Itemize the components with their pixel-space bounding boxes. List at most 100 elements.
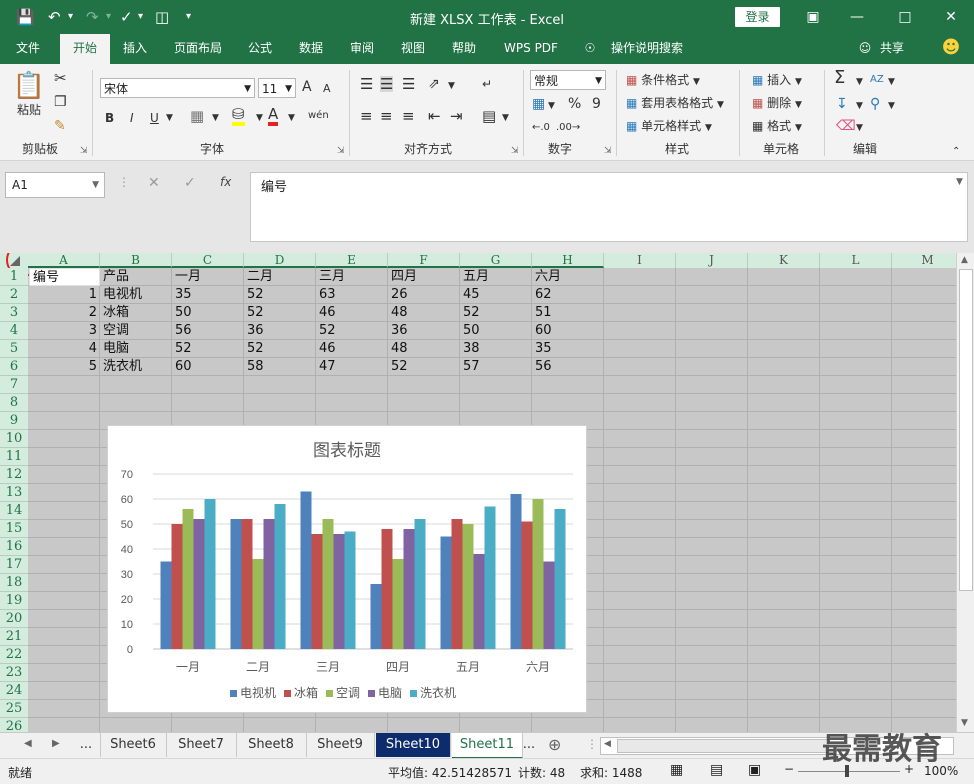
chevron-down-icon[interactable]: ▼ — [212, 110, 219, 126]
chevron-down-icon[interactable]: ▼ — [548, 98, 555, 114]
chevron-down-icon[interactable]: ▼ — [856, 120, 863, 136]
bar-3-6[interactable] — [532, 499, 544, 649]
bar-4-2[interactable] — [263, 519, 275, 649]
row-header-21[interactable]: 21 — [0, 628, 28, 646]
percent-button[interactable]: % — [568, 96, 581, 112]
table-cell[interactable]: 50 — [460, 322, 532, 340]
bar-2-6[interactable] — [521, 521, 533, 650]
delete-cells-button[interactable]: ▦ 删除 ▼ — [752, 95, 802, 113]
chart[interactable]: 图表标题 0 10 20 30 40 50 60 70 一月 二月 三月 四月 五月 六月 电视机 冰箱 空调… — [107, 425, 587, 713]
sheet-tab-sheet11[interactable]: Sheet11 — [452, 733, 523, 759]
table-cell[interactable]: 36 — [244, 322, 316, 340]
italic-button[interactable]: I — [130, 110, 134, 126]
bar-1-6[interactable] — [510, 494, 522, 649]
sheet-tab-sheet6[interactable]: Sheet6 — [100, 733, 167, 757]
header-cell[interactable]: 三月 — [316, 268, 388, 286]
chevron-down-icon[interactable]: ▼ — [856, 74, 863, 90]
column-header-k[interactable]: K — [748, 253, 820, 268]
tab-wps-pdf[interactable]: WPS PDF — [495, 34, 567, 64]
table-cell[interactable]: 35 — [172, 286, 244, 304]
cut-icon[interactable]: ✂ — [54, 70, 67, 86]
header-cell[interactable]: 六月 — [532, 268, 604, 286]
table-cell[interactable]: 电视机 — [100, 286, 172, 304]
table-cell[interactable]: 1 — [28, 286, 100, 304]
underline-button[interactable]: U — [150, 110, 159, 126]
tab-review[interactable]: 审阅 — [340, 34, 384, 64]
row-header-8[interactable]: 8 — [0, 394, 28, 412]
scroll-thumb[interactable] — [959, 269, 973, 591]
bar-3-4[interactable] — [392, 559, 404, 649]
table-cell[interactable]: 洗衣机 — [100, 358, 172, 376]
table-cell[interactable]: 63 — [316, 286, 388, 304]
bar-1-5[interactable] — [440, 536, 452, 650]
header-cell[interactable]: 二月 — [244, 268, 316, 286]
table-cell[interactable]: 2 — [28, 304, 100, 322]
legend-item[interactable]: 电视机 — [229, 686, 276, 700]
column-header-e[interactable]: E — [316, 253, 388, 268]
legend-item[interactable]: 冰箱 — [283, 686, 318, 700]
table-cell[interactable]: 52 — [316, 322, 388, 340]
name-box[interactable]: A1 ▼ — [5, 172, 105, 198]
font-color-button[interactable]: A — [268, 106, 279, 126]
table-cell[interactable]: 60 — [172, 358, 244, 376]
format-as-table-button[interactable]: ▦ 套用表格格式 ▼ — [626, 95, 724, 113]
table-cell[interactable]: 3 — [28, 322, 100, 340]
sheet-tab-sheet8[interactable]: Sheet8 — [236, 733, 307, 757]
table-cell[interactable]: 52 — [172, 340, 244, 358]
chevron-down-icon[interactable]: ▼ — [856, 98, 863, 114]
border-icon[interactable]: ▦ — [190, 108, 204, 124]
row-header-9[interactable]: 9 — [0, 412, 28, 430]
row-header-15[interactable]: 15 — [0, 520, 28, 538]
row-header-18[interactable]: 18 — [0, 574, 28, 592]
increase-indent-icon[interactable]: ⇥ — [450, 108, 463, 124]
row-header-16[interactable]: 16 — [0, 538, 28, 556]
table-cell[interactable]: 60 — [532, 322, 604, 340]
column-header-d[interactable]: D — [244, 253, 316, 268]
table-cell[interactable]: 35 — [532, 340, 604, 358]
tab-help[interactable]: 帮助 — [442, 34, 486, 64]
row-header-6[interactable]: 6 — [0, 358, 28, 376]
row-header-24[interactable]: 24 — [0, 682, 28, 700]
column-header-f[interactable]: F — [388, 253, 460, 268]
bar-5-1[interactable] — [204, 499, 216, 649]
row-header-12[interactable]: 12 — [0, 466, 28, 484]
font-name-select[interactable]: 宋体 ▼ — [100, 78, 255, 98]
merge-center-icon[interactable]: ▤ — [482, 108, 496, 124]
fill-down-icon[interactable]: ↧ — [836, 96, 848, 112]
table-cell[interactable]: 52 — [388, 358, 460, 376]
autosum-button[interactable]: Σ — [834, 69, 845, 87]
bar-4-4[interactable] — [403, 529, 415, 649]
table-cell[interactable]: 45 — [460, 286, 532, 304]
horizontal-scroll-thumb[interactable] — [617, 739, 829, 753]
bar-3-3[interactable] — [322, 519, 334, 649]
bar-4-3[interactable] — [333, 534, 345, 649]
insert-cells-button[interactable]: ▦ 插入 ▼ — [752, 72, 802, 90]
align-left-icon[interactable]: ≡ — [360, 108, 373, 124]
bar-3-5[interactable] — [462, 524, 474, 649]
column-header-g[interactable]: G — [460, 253, 532, 268]
wrap-text-icon[interactable]: ↵ — [482, 76, 492, 92]
bar-3-1[interactable] — [182, 509, 194, 649]
more-sheets-left[interactable]: ... — [72, 733, 101, 757]
column-header-m[interactable]: M — [892, 253, 956, 268]
table-cell[interactable]: 26 — [388, 286, 460, 304]
clear-eraser-icon[interactable]: ⌫ — [836, 118, 856, 134]
cell-styles-button[interactable]: ▦ 单元格样式 ▼ — [626, 118, 712, 136]
vertical-scrollbar[interactable]: ▲ ▼ — [956, 253, 974, 732]
row-header-17[interactable]: 17 — [0, 556, 28, 574]
cell-a1[interactable]: 编号 — [29, 268, 100, 286]
currency-icon[interactable]: ▦ — [532, 96, 545, 112]
header-cell[interactable]: 一月 — [172, 268, 244, 286]
tab-page-layout[interactable]: 页面布局 — [165, 34, 231, 64]
row-header-3[interactable]: 3 — [0, 304, 28, 322]
row-header-19[interactable]: 19 — [0, 592, 28, 610]
column-header-b[interactable]: B — [100, 253, 172, 268]
sheet-tab-sheet9[interactable]: Sheet9 — [306, 733, 375, 757]
align-right-icon[interactable]: ≡ — [402, 108, 415, 124]
new-sheet-icon[interactable]: ⊕ — [548, 735, 561, 754]
table-cell[interactable]: 62 — [532, 286, 604, 304]
header-cell[interactable]: 四月 — [388, 268, 460, 286]
clipboard-launcher-icon[interactable]: ⇲ — [80, 146, 88, 156]
expand-formula-icon[interactable]: ▼ — [956, 177, 963, 187]
bar-2-2[interactable] — [241, 519, 253, 649]
